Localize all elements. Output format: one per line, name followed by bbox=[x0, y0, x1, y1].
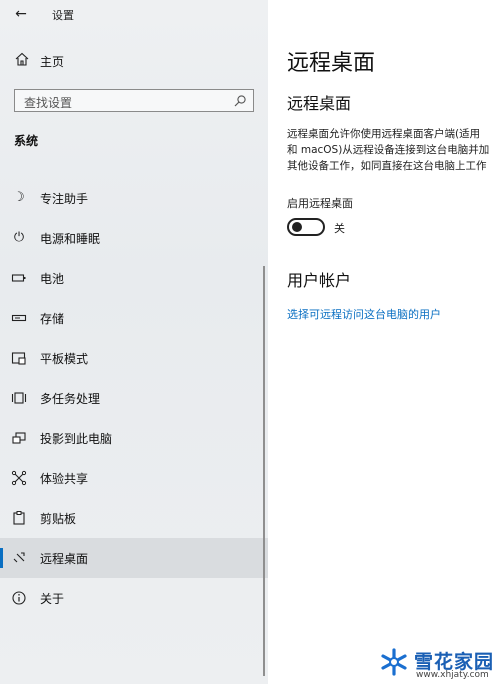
sidebar-item-storage[interactable]: 存储 bbox=[0, 298, 268, 338]
sidebar-item-clipboard[interactable]: 剪贴板 bbox=[0, 498, 268, 538]
remote-desktop-icon bbox=[13, 552, 25, 563]
sidebar-item-multitasking[interactable]: 多任务处理 bbox=[0, 378, 268, 418]
project-icon bbox=[12, 432, 26, 444]
clipboard-icon bbox=[13, 511, 25, 525]
section-heading: 远程桌面 bbox=[287, 94, 352, 113]
back-arrow-icon[interactable]: ← bbox=[10, 4, 32, 24]
description-line: 其他设备工作，如同直接在这台电脑上工作 bbox=[287, 160, 487, 172]
sidebar-item-label: 投影到此电脑 bbox=[40, 432, 113, 446]
window-title: 设置 bbox=[52, 9, 74, 22]
sidebar-item-label: 电源和睡眠 bbox=[40, 232, 101, 246]
battery-icon bbox=[11, 274, 26, 282]
description-line: 远程桌面允许你使用远程桌面客户端(适用 bbox=[287, 128, 481, 140]
accounts-heading: 用户帐户 bbox=[287, 271, 352, 290]
snowflake-logo-icon bbox=[381, 648, 407, 676]
sidebar-item-label: 平板模式 bbox=[40, 352, 89, 366]
section-title: 系统 bbox=[14, 134, 39, 148]
sidebar-item-power-sleep[interactable]: ⏻ 电源和睡眠 bbox=[0, 218, 268, 258]
sidebar-item-focus-assist[interactable]: ☽ 专注助手 bbox=[0, 178, 268, 218]
search-placeholder: 查找设置 bbox=[24, 96, 73, 110]
sidebar-item-label: 远程桌面 bbox=[40, 552, 89, 566]
sidebar-item-tablet-mode[interactable]: 平板模式 bbox=[0, 338, 268, 378]
remote-desktop-toggle[interactable] bbox=[287, 218, 325, 236]
tablet-mode-icon bbox=[11, 352, 26, 365]
shared-experiences-icon bbox=[11, 470, 27, 486]
sidebar-item-battery[interactable]: 电池 bbox=[0, 258, 268, 298]
sidebar-item-shared-experiences[interactable]: 体验共享 bbox=[0, 458, 268, 498]
sidebar-item-label: 电池 bbox=[40, 272, 65, 286]
watermark-url: www.xhjaty.com bbox=[416, 670, 489, 680]
moon-icon: ☽ bbox=[13, 190, 25, 205]
select-users-link[interactable]: 选择可远程访问这台电脑的用户 bbox=[287, 306, 441, 322]
power-icon: ⏻ bbox=[13, 230, 25, 245]
toggle-knob bbox=[292, 222, 302, 232]
sidebar-item-label: 体验共享 bbox=[40, 472, 89, 486]
toggle-label: 启用远程桌面 bbox=[287, 197, 353, 210]
search-icon[interactable] bbox=[233, 94, 247, 108]
sidebar-item-about[interactable]: 关于 bbox=[0, 578, 268, 618]
sidebar-item-label: 存储 bbox=[40, 312, 65, 326]
info-icon bbox=[12, 591, 26, 605]
watermark: 雪花家园 www.xhjaty.com bbox=[376, 646, 500, 684]
sidebar-scrollbar[interactable] bbox=[263, 266, 265, 676]
multitasking-icon bbox=[11, 392, 27, 404]
sidebar-item-label: 多任务处理 bbox=[40, 392, 101, 406]
sidebar-item-label: 关于 bbox=[40, 592, 65, 606]
sidebar-item-label: 剪贴板 bbox=[40, 512, 77, 526]
page-title: 远程桌面 bbox=[287, 51, 376, 76]
description-line: 和 macOS)从远程设备连接到这台电脑并加 bbox=[287, 144, 490, 156]
sidebar-item-home[interactable]: 主页 bbox=[0, 48, 268, 74]
sidebar: ← 设置 主页 查找设置 系统 ☽ 专注助手 ⏻ 电源和睡眠 电池 存储 平板模… bbox=[0, 0, 268, 684]
home-label: 主页 bbox=[40, 55, 65, 69]
home-icon bbox=[15, 52, 29, 66]
sidebar-item-label: 专注助手 bbox=[40, 192, 89, 206]
search-input[interactable]: 查找设置 bbox=[14, 89, 254, 112]
main-content: 远程桌面 远程桌面 远程桌面允许你使用远程桌面客户端(适用 和 macOS)从远… bbox=[268, 0, 500, 684]
sidebar-item-remote-desktop[interactable]: 远程桌面 bbox=[0, 538, 268, 578]
storage-icon bbox=[11, 314, 27, 322]
description: 远程桌面允许你使用远程桌面客户端(适用 和 macOS)从远程设备连接到这台电脑… bbox=[287, 126, 500, 174]
toggle-state: 关 bbox=[334, 222, 345, 235]
sidebar-item-project-to-pc[interactable]: 投影到此电脑 bbox=[0, 418, 268, 458]
title-bar: ← 设置 bbox=[0, 0, 268, 30]
